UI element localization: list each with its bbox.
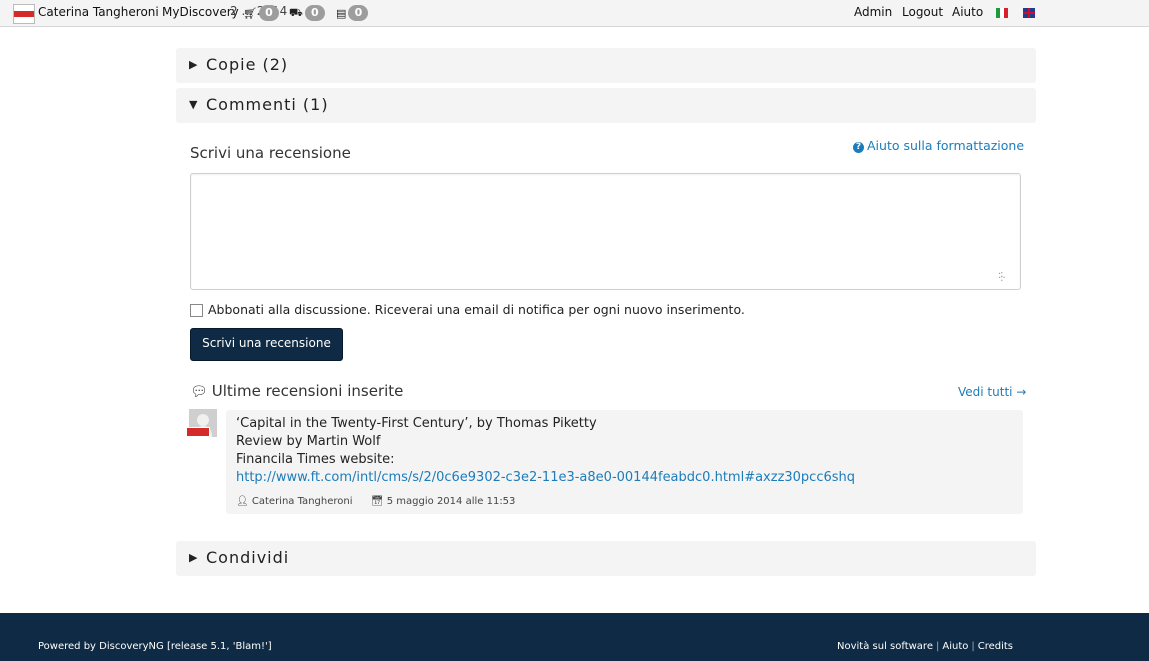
- delivery-count-badge: 0: [304, 5, 325, 21]
- mydiscovery-link[interactable]: MyDiscovery: [162, 5, 239, 19]
- subscribe-checkbox[interactable]: [190, 304, 203, 317]
- submit-review-button[interactable]: Scrivi una recensione: [190, 328, 343, 361]
- cart-icon: 🛒︎: [243, 6, 257, 20]
- review-author: Caterina Tangheroni: [251, 496, 353, 507]
- formatting-help-link[interactable]: ? Aiuto sulla formattazione: [853, 138, 1024, 153]
- help-link[interactable]: Aiuto: [952, 5, 983, 19]
- italian-flag-icon[interactable]: [996, 8, 1008, 18]
- caret-right-icon: ▶: [189, 551, 199, 564]
- review-textarea[interactable]: [190, 173, 1021, 290]
- calendar-icon: 📅︎: [370, 496, 384, 507]
- caret-right-icon: ▶: [189, 58, 199, 71]
- footer-links: Novità sul software | Aiuto | Credits: [837, 641, 1014, 652]
- footer-help-link[interactable]: Aiuto: [942, 641, 968, 652]
- news-link[interactable]: Novità sul software: [837, 641, 933, 652]
- user-icon: 👤︎: [236, 496, 249, 507]
- latest-reviews-title: Ultime recensioni inserite: [211, 382, 404, 400]
- credits-link[interactable]: Credits: [978, 641, 1013, 652]
- review-external-link[interactable]: http://www.ft.com/intl/cms/s/2/0c6e9302-…: [236, 470, 855, 485]
- comments-icon: 💬︎: [190, 384, 208, 400]
- review-date: 5 maggio 2014 alle 11:53: [386, 496, 516, 507]
- logout-link[interactable]: Logout: [902, 5, 943, 19]
- library-logo[interactable]: [13, 4, 35, 24]
- latest-reviews-heading: 💬︎ Ultime recensioni inserite: [190, 382, 403, 400]
- see-all-link[interactable]: Vedi tutti →: [958, 385, 1026, 399]
- cart-count-badge: 0: [258, 5, 279, 21]
- review-meta: 👤︎ Caterina Tangheroni 📅︎ 5 maggio 2014 …: [236, 496, 515, 507]
- delivery-button[interactable]: ⛟ 0: [289, 4, 325, 22]
- subscribe-label: Abbonati alla discussione. Riceverai una…: [208, 302, 745, 317]
- share-panel-header[interactable]: ▶ Condividi: [176, 541, 1036, 576]
- comments-panel-title: Commenti (1): [206, 95, 329, 114]
- review-text-line: Review by Martin Wolf: [236, 434, 381, 449]
- truck-icon: ⛟: [289, 5, 303, 19]
- caret-down-icon: ▼: [189, 98, 199, 111]
- user-name-link[interactable]: Caterina Tangheroni: [38, 5, 159, 19]
- powered-by-text: Powered by DiscoveryNG [release 5.1, 'Bl…: [38, 641, 272, 652]
- english-flag-icon[interactable]: [1023, 8, 1035, 18]
- footer: Powered by DiscoveryNG [release 5.1, 'Bl…: [0, 613, 1149, 661]
- resize-grip-icon[interactable]: ·: ·:·: [998, 270, 1006, 284]
- review-item: ‘Capital in the Twenty-First Century’, b…: [226, 410, 1023, 514]
- loans-button[interactable]: ▤ 0: [336, 4, 369, 22]
- loans-count-badge: 0: [348, 5, 369, 21]
- cart-button[interactable]: 🛒︎ 0: [243, 4, 279, 22]
- subscribe-option[interactable]: Abbonati alla discussione. Riceverai una…: [190, 302, 745, 317]
- admin-link[interactable]: Admin: [854, 5, 892, 19]
- book-icon: ▤: [336, 6, 347, 20]
- comments-panel-header[interactable]: ▼ Commenti (1): [176, 88, 1036, 123]
- copies-panel-header[interactable]: ▶ Copie (2): [176, 48, 1036, 83]
- formatting-help-label: Aiuto sulla formattazione: [867, 138, 1025, 153]
- share-panel-title: Condividi: [206, 548, 290, 567]
- review-text-line: Financila Times website:: [236, 452, 395, 467]
- review-text-line: ‘Capital in the Twenty-First Century’, b…: [236, 416, 597, 431]
- question-circle-icon: ?: [853, 142, 864, 153]
- avatar: [186, 409, 217, 437]
- top-navbar: Caterina Tangheroni MyDiscovery 2 ... 20…: [0, 0, 1149, 27]
- write-review-heading: Scrivi una recensione: [190, 144, 351, 162]
- copies-panel-title: Copie (2): [206, 55, 289, 74]
